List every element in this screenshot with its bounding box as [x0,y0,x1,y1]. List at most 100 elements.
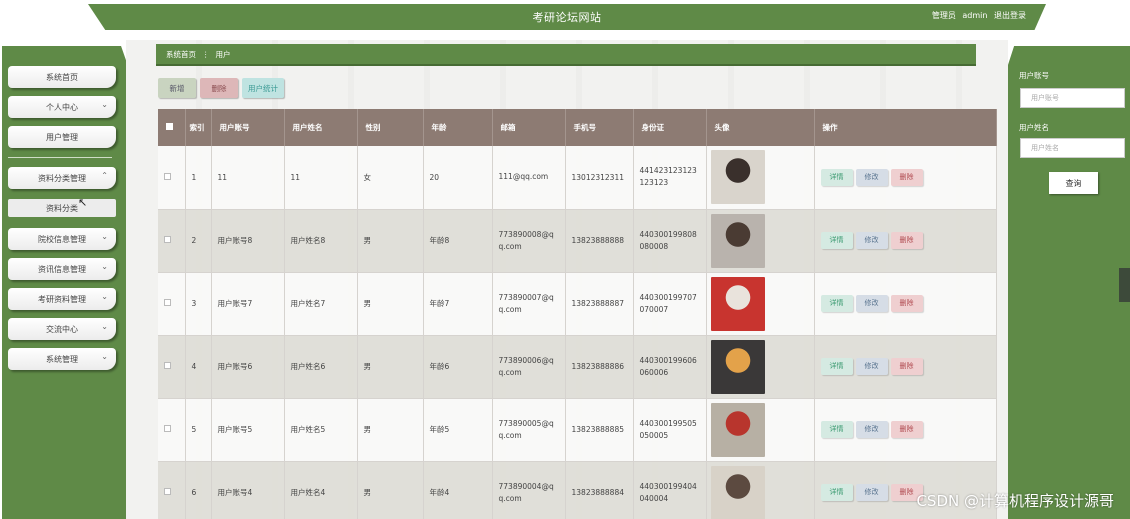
account-search-input[interactable] [1020,88,1125,108]
sidebar-subitem-material-category[interactable]: 资料分类 [8,199,116,217]
account-cell: 用户账号4 [211,461,285,519]
name-label: 用户姓名 [1019,123,1049,132]
breadcrumb: 系统首页 ⋮ 用户 [156,44,976,66]
sidebar-item-profile[interactable]: 个人中心 ⌄ [8,96,116,118]
sidebar-item-home[interactable]: 系统首页 [8,66,116,88]
account-cell: 11 [211,146,285,210]
detail-button[interactable]: 详情 [820,421,853,438]
edit-button[interactable]: 修改 [855,232,888,249]
sidebar-item-system[interactable]: 系统管理 ⌄ [8,348,116,370]
avatar-cell [706,272,815,336]
sidebar-item-news-info[interactable]: 资讯信息管理 ⌄ [8,258,116,280]
main-panel: 系统首页 ⋮ 用户 新增 删除 用户统计 索引 用户账号 用户姓名 性别 年龄 … [126,40,1008,519]
account-cell: 用户账号6 [211,335,285,399]
avatar-image [710,339,765,394]
email-cell: 773890004@qq.com [492,461,566,519]
phone-cell: 13823888888 [565,209,634,273]
chevron-down-icon: ⌄ [101,352,108,361]
edit-button[interactable]: 修改 [855,295,888,312]
edit-button[interactable]: 修改 [855,484,888,501]
idcard-cell: 440300199707070007 [633,272,707,336]
account-cell: 用户账号5 [211,398,285,462]
table-row: 3 用户账号7 用户姓名7 男年龄7 773890007@qq.com 138238888… [158,272,997,336]
sidebar-item-exam-material[interactable]: 考研资料管理 ⌄ [8,288,116,310]
column-header-age: 年龄 [423,109,493,146]
row-delete-button[interactable]: 删除 [890,168,923,186]
age-cell: 20 [423,146,493,210]
sidebar-item-label: 资料分类管理 [38,173,86,183]
phone-cell: 13012312311 [565,146,634,210]
row-delete-button[interactable]: 删除 [890,421,923,438]
email-cell: 111@qq.com [492,146,566,210]
name-cell: 用户姓名5 [284,398,358,462]
breadcrumb-home[interactable]: 系统首页 [166,49,196,60]
age-cell: 年龄6 [423,335,493,399]
avatar-cell [706,146,815,210]
sidebar-item-material-category[interactable]: 资料分类管理 ⌃ [8,167,116,189]
column-header-email: 邮箱 [492,109,566,146]
row-checkbox[interactable] [164,172,171,180]
actions-cell: 详情 修改 删除 [814,209,997,273]
column-header-actions: 操作 [814,109,997,146]
sidebar-item-school-info[interactable]: 院校信息管理 ⌄ [8,228,116,250]
avatar-image [710,465,765,519]
search-button[interactable]: 查询 [1049,172,1098,194]
scrollbar-handle[interactable] [1119,268,1130,302]
gender-cell: 女 [357,146,424,210]
site-title: 考研论坛网站 [532,11,602,24]
edit-button[interactable]: 修改 [855,421,888,438]
row-checkbox[interactable] [164,236,171,243]
user-stats-button[interactable]: 用户统计 [242,78,284,98]
delete-button[interactable]: 删除 [200,78,238,98]
edit-button[interactable]: 修改 [855,358,888,375]
column-header-idcard: 身份证 [633,109,707,146]
table-row: 6 用户账号4 用户姓名4 男年龄4 773890004@qq.com 138238888… [158,461,997,519]
sidebar-item-forum[interactable]: 交流中心 ⌄ [8,318,116,340]
detail-button[interactable]: 详情 [820,232,853,249]
actions-cell: 详情 修改 删除 [814,335,997,399]
row-delete-button[interactable]: 删除 [890,295,923,312]
name-cell: 用户姓名6 [284,335,358,399]
table-row: 2 用户账号8 用户姓名8 男年龄8 773890008@qq.com 138238888… [158,209,997,273]
detail-button[interactable]: 详情 [820,358,853,375]
row-checkbox[interactable] [164,299,171,306]
detail-button[interactable]: 详情 [820,295,853,312]
row-select-cell [158,209,186,273]
detail-button[interactable]: 详情 [820,484,853,501]
breadcrumb-separator: ⋮ [202,49,210,59]
avatar-cell [706,398,815,462]
idcard-cell: 440300199505050005 [633,398,707,462]
username: admin [962,11,988,20]
email-cell: 773890007@qq.com [492,272,566,336]
select-all-checkbox[interactable] [166,123,173,130]
row-select-cell [158,335,186,399]
row-delete-button[interactable]: 删除 [890,232,923,249]
account-cell: 用户账号7 [211,272,285,336]
table-row: 4 用户账号6 用户姓名6 男年龄6 773890006@qq.com 138238888… [158,335,997,399]
row-checkbox[interactable] [164,362,171,369]
index-cell: 3 [185,272,212,336]
sidebar-item-user-management[interactable]: 用户管理 [8,126,116,148]
idcard-cell: 440300199808080008 [633,209,707,273]
row-checkbox[interactable] [164,425,171,432]
avatar-image [710,276,765,331]
logout-link[interactable]: 退出登录 [994,11,1026,20]
actions-cell: 详情 修改 删除 [814,272,997,336]
edit-button[interactable]: 修改 [855,168,888,186]
search-panel: 用户账号 用户姓名 查询 [1008,46,1130,519]
name-search-input[interactable] [1020,138,1125,158]
add-button[interactable]: 新增 [158,78,196,98]
age-cell: 年龄8 [423,209,493,273]
user-area: 管理员 admin 退出登录 [928,10,1026,21]
age-cell: 年龄7 [423,272,493,336]
row-checkbox[interactable] [164,488,171,495]
email-cell: 773890006@qq.com [492,335,566,399]
sidebar-item-label: 资讯信息管理 [38,264,86,274]
name-cell: 用户姓名8 [284,209,358,273]
row-delete-button[interactable]: 删除 [890,358,923,375]
account-label: 用户账号 [1019,71,1049,80]
table-body: 1 11 11 女 20 111@qq.com 13012312311 44142312312… [158,146,997,519]
sidebar-item-label: 交流中心 [46,324,78,334]
email-cell: 773890005@qq.com [492,398,566,462]
detail-button[interactable]: 详情 [820,168,853,186]
